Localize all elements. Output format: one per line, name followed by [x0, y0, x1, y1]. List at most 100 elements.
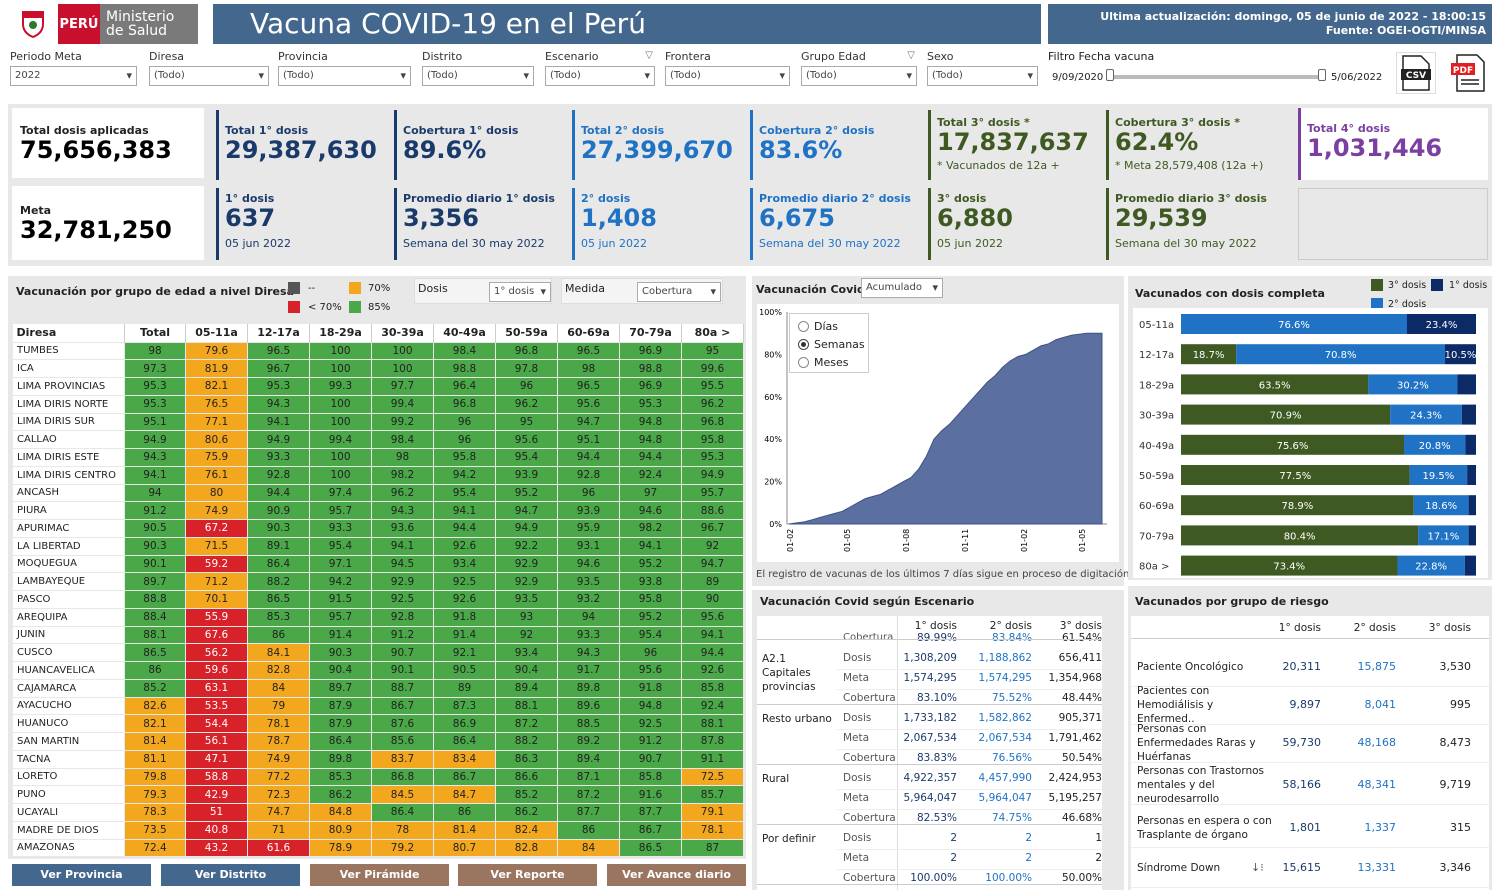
column-header[interactable]: 30-39a — [371, 324, 434, 342]
medida-select[interactable]: Cobertura — [637, 282, 721, 302]
column-header[interactable]: 40-49a — [433, 324, 496, 342]
escenario-value: 83.10% — [916, 692, 957, 704]
bar-segment[interactable] — [1467, 465, 1476, 485]
filter-select[interactable]: (Todo) — [545, 66, 655, 86]
kpi-value: 75,656,383 — [20, 136, 172, 164]
column-header[interactable]: 12-17a — [247, 324, 310, 342]
filter-funnel-icon[interactable]: ▽ — [907, 50, 915, 61]
dosis-completa-chart: 05-11a 76.6% 23.4% 12-17a 18.7% 70.8% 10.5% 18-… — [1133, 308, 1488, 578]
coverage-cell: 84.8 — [309, 803, 372, 822]
radio-dias[interactable]: Días — [798, 318, 868, 334]
riesgo-col-header: 1° dosis — [1278, 622, 1321, 634]
filter-select[interactable]: (Todo) — [149, 66, 269, 86]
bar-segment[interactable] — [1461, 404, 1476, 425]
column-header[interactable]: 80a > — [681, 324, 744, 342]
filter-select[interactable]: (Todo) — [801, 66, 917, 86]
ver-reporte-button[interactable]: Ver Reporte — [458, 864, 597, 886]
coverage-cell: 94.1 — [433, 501, 496, 520]
coverage-cell: 100 — [371, 359, 434, 378]
filter-select[interactable]: (Todo) — [927, 66, 1038, 86]
coverage-cell: 96.2 — [681, 394, 744, 414]
date-filter[interactable]: Filtro Fecha vacuna 9/09/2020 5/06/2022 — [1048, 50, 1388, 83]
coverage-cell: 72.3 — [247, 785, 310, 804]
bar-segment[interactable] — [1468, 495, 1476, 516]
coverage-cell: 86.5 — [124, 643, 186, 662]
coverage-cell: 93.2 — [557, 590, 620, 609]
coverage-cell: 94.3 — [371, 501, 434, 520]
diresa-name: LIMA DIRIS SUR — [12, 412, 125, 432]
peru-coat-of-arms-icon — [8, 4, 58, 44]
coverage-cell: 90.3 — [247, 519, 310, 538]
sort-icon[interactable]: ↓⁝ — [1251, 861, 1264, 874]
column-header[interactable]: Total — [124, 324, 186, 342]
escenario-value: 100.00% — [910, 872, 957, 884]
diresa-name: HUANUCO — [12, 714, 125, 733]
dosis-select[interactable]: 1° dosis — [489, 282, 551, 302]
diresa-name: LIMA DIRIS NORTE — [12, 394, 125, 414]
update-info: Ultima actualización: domingo, 05 de jun… — [1048, 4, 1492, 44]
date-slider-end-handle[interactable] — [1318, 69, 1326, 81]
bar-label: 22.8% — [1415, 562, 1447, 573]
coverage-cell: 82.6 — [124, 696, 186, 716]
category-label: 70-79a — [1139, 531, 1174, 542]
filter-select[interactable]: (Todo) — [278, 66, 411, 86]
table-row: PASCO 88.8 70.1 86.5 91.5 92.5 92.6 93.5 93.2 95.… — [12, 590, 744, 609]
ver-provincia-button[interactable]: Ver Provincia — [12, 864, 151, 886]
ver-distrito-button[interactable]: Ver Distrito — [161, 864, 300, 886]
digitization-note: El registro de vacunas de los últimos 7 … — [756, 569, 1133, 580]
radio-meses[interactable]: Meses — [798, 354, 868, 370]
coverage-cell: 88.2 — [247, 572, 310, 591]
bar-segment[interactable] — [1464, 555, 1476, 576]
coverage-cell: 90.3 — [124, 536, 186, 556]
coverage-cell: 77.1 — [185, 412, 248, 432]
filter-select[interactable]: (Todo) — [422, 66, 534, 86]
date-slider-start-handle[interactable] — [1106, 69, 1114, 81]
coverage-cell: 82.1 — [124, 714, 186, 733]
csv-download-button[interactable]: CSV — [1396, 52, 1436, 94]
coverage-cell: 97.1 — [309, 554, 372, 574]
coverage-cell: 91.4 — [309, 625, 372, 645]
date-slider-track[interactable] — [1108, 75, 1320, 79]
ver-piramide-button[interactable]: Ver Pirámide — [310, 864, 449, 886]
column-header[interactable]: 50-59a — [495, 324, 558, 342]
pdf-download-button[interactable]: PDF — [1446, 52, 1490, 94]
bar-segment[interactable] — [1468, 525, 1476, 546]
kpi-value: 62.4% — [1115, 128, 1199, 156]
coverage-cell: 95.4 — [433, 483, 496, 503]
covid-chart-title: Vacunación Covid — [756, 283, 865, 296]
coverage-cell: 93.9 — [495, 465, 558, 485]
legend-swatch-70 — [349, 282, 361, 294]
column-header[interactable]: Diresa — [12, 324, 125, 342]
riesgo-value: 1,337 — [1364, 821, 1397, 834]
kpi-coverage-third-dose: Cobertura 3° dosis * 62.4% * Meta 28,579,4… — [1106, 110, 1282, 180]
coverage-cell: 94.1 — [681, 625, 744, 645]
kpi-value: 89.6% — [403, 136, 487, 164]
coverage-cell: 79.6 — [185, 341, 248, 361]
filter-select[interactable]: 2022 — [10, 66, 137, 86]
coverage-cell: 80.9 — [309, 820, 372, 840]
radio-semanas[interactable]: Semanas — [798, 336, 868, 352]
column-header[interactable]: 18-29a — [309, 324, 372, 342]
table-row: SAN MARTIN 81.4 56.1 78.7 86.4 85.6 86.4 88.2 89… — [12, 732, 744, 751]
bar-segment[interactable] — [1457, 374, 1476, 395]
diresa-name: UCAYALI — [12, 803, 125, 822]
kpi-avg-third-dose: Promedio diario 3° dosis 29,539 Semana del… — [1106, 188, 1282, 260]
coverage-cell: 91.6 — [619, 785, 682, 804]
svg-text:PDF: PDF — [1453, 66, 1473, 76]
filter-select[interactable]: (Todo) — [665, 66, 790, 86]
filter-funnel-icon[interactable]: ▽ — [645, 50, 653, 61]
column-header[interactable]: 60-69a — [557, 324, 620, 342]
coverage-cell: 90.1 — [124, 554, 186, 574]
coverage-cell: 95.8 — [619, 590, 682, 609]
accumulated-select[interactable]: Acumulado — [861, 278, 943, 298]
y-tick-label: 0% — [769, 520, 782, 529]
filter-label: Periodo Meta — [10, 50, 82, 63]
ver-avance-diario-button[interactable]: Ver Avance diario — [607, 864, 746, 886]
column-header[interactable]: 05-11a — [185, 324, 248, 342]
column-header[interactable]: 70-79a — [619, 324, 682, 342]
bar-segment[interactable] — [1465, 434, 1476, 455]
coverage-cell: 90.3 — [309, 643, 372, 662]
coverage-cell: 79.2 — [371, 838, 434, 858]
coverage-cell: 90.5 — [124, 519, 186, 538]
kpi-value: 29,387,630 — [225, 136, 377, 164]
